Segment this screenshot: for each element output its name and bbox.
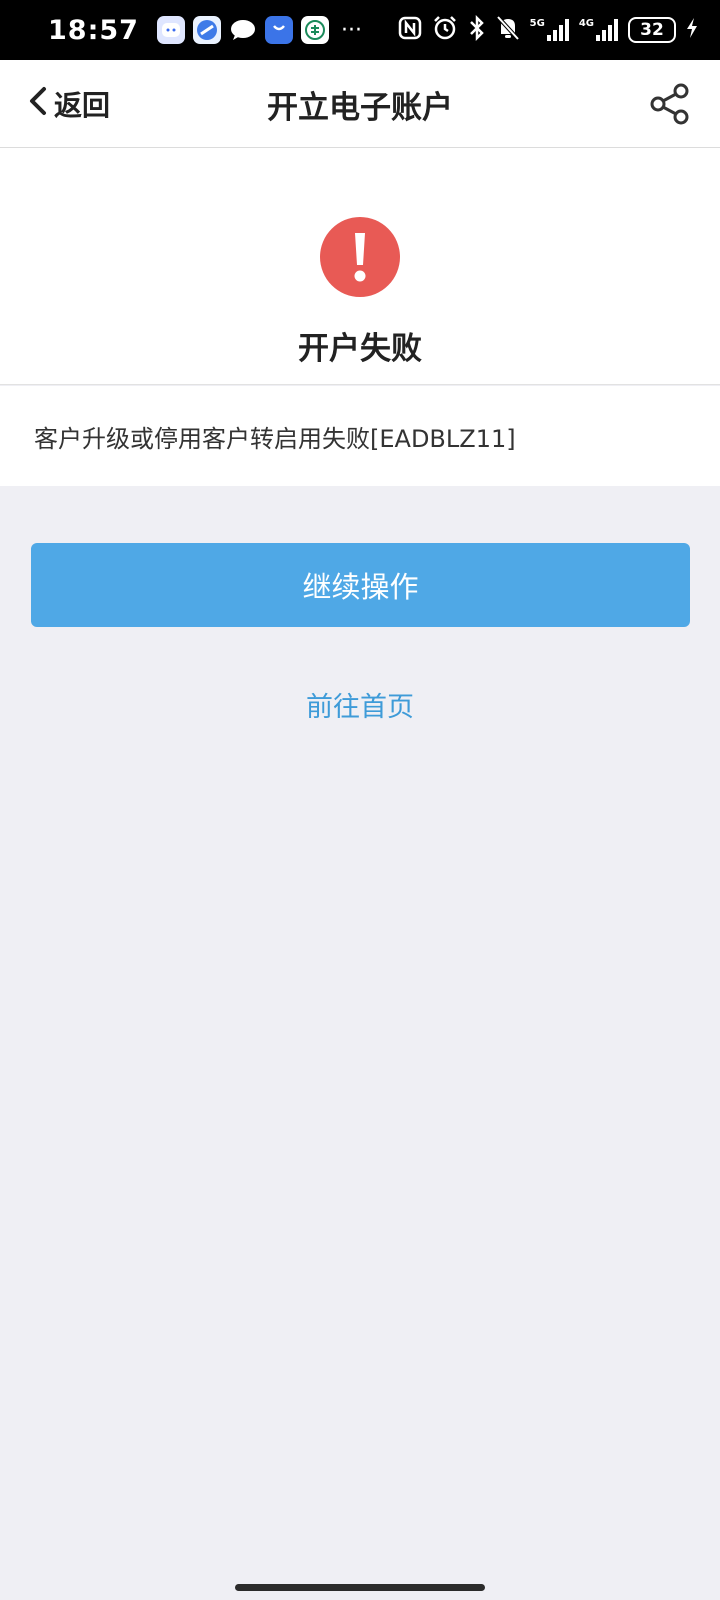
signal-4g-icon: 4G	[579, 19, 618, 41]
status-bar: 18:57 ··· 5G 4G 32	[0, 0, 720, 60]
error-message-text: 客户升级或停用客户转启用失败[EADBLZ11]	[34, 424, 516, 453]
browser-app-icon	[192, 16, 221, 44]
back-button[interactable]: 返回	[28, 60, 110, 148]
bluetooth-icon	[468, 14, 486, 46]
error-message: 客户升级或停用客户转启用失败[EADBLZ11]	[0, 386, 720, 486]
status-bar-left: 18:57 ···	[48, 15, 362, 46]
chevron-left-icon	[28, 86, 48, 122]
home-indicator[interactable]	[235, 1584, 485, 1591]
continue-button[interactable]: 继续操作	[31, 543, 690, 627]
battery-icon: 32	[628, 17, 676, 43]
share-button[interactable]	[648, 82, 692, 126]
go-home-link[interactable]: 前往首页	[0, 685, 720, 724]
share-icon	[650, 83, 689, 125]
status-bar-right: 5G 4G 32	[398, 14, 698, 46]
alarm-icon	[432, 15, 458, 46]
result-panel: 开户失败	[0, 148, 720, 385]
navigation-bar: 返回 开立电子账户	[0, 60, 720, 148]
app-notification-icon	[156, 16, 185, 44]
result-title: 开户失败	[298, 331, 422, 367]
signal-5g-icon: 5G	[530, 19, 569, 41]
nfc-icon	[398, 16, 422, 45]
bank-app-icon	[300, 16, 329, 44]
exclamation-icon	[320, 217, 400, 297]
back-label: 返回	[54, 89, 111, 122]
mute-icon	[496, 15, 520, 46]
shopping-app-icon	[264, 16, 293, 44]
charging-icon	[686, 17, 698, 44]
status-time: 18:57	[48, 14, 139, 46]
message-app-icon	[229, 16, 257, 44]
more-notifications-icon: ···	[340, 17, 362, 43]
